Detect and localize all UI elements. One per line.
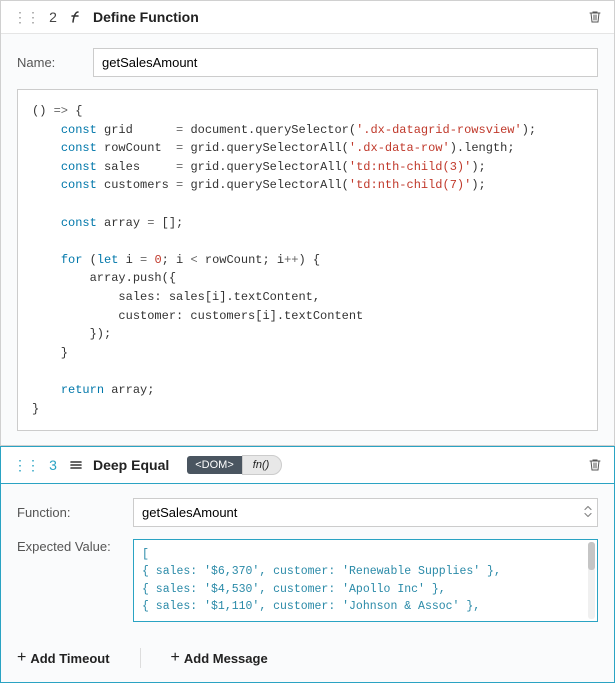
divider [140, 648, 141, 668]
equal-icon [67, 458, 85, 472]
function-select[interactable] [133, 498, 598, 527]
scrollbar-thumb[interactable] [588, 542, 595, 570]
step-body: Function: Expected Value: [ { sales: '$6… [1, 484, 614, 682]
step-header: ⋮⋮ 2 Define Function [1, 1, 614, 34]
define-function-step: ⋮⋮ 2 Define Function Name: () => { const… [0, 0, 615, 446]
drag-handle-icon[interactable]: ⋮⋮ [13, 10, 39, 24]
drag-handle-icon[interactable]: ⋮⋮ [13, 458, 39, 472]
function-select-wrap [133, 498, 598, 527]
expected-label: Expected Value: [17, 539, 117, 554]
delete-step-button[interactable] [588, 458, 602, 472]
add-timeout-label: Add Timeout [30, 651, 109, 666]
add-timeout-button[interactable]: + Add Timeout [17, 650, 110, 666]
step-header: ⋮⋮ 3 Deep Equal <DOM> fn() [1, 447, 614, 484]
add-message-label: Add Message [184, 651, 268, 666]
deep-equal-step: ⋮⋮ 3 Deep Equal <DOM> fn() Function: Exp… [0, 446, 615, 683]
name-label: Name: [17, 55, 77, 70]
step-title: Deep Equal [93, 457, 169, 473]
step-number: 2 [47, 9, 59, 25]
plus-icon: + [171, 650, 180, 666]
expected-value-input[interactable]: [ { sales: '$6,370', customer: 'Renewabl… [133, 539, 598, 622]
function-icon [67, 10, 85, 24]
fn-tag: fn() [242, 455, 283, 475]
function-field-row: Function: [17, 498, 598, 527]
step-number: 3 [47, 457, 59, 473]
plus-icon: + [17, 650, 26, 666]
name-field-row: Name: [17, 48, 598, 77]
step-body: Name: () => { const grid = document.quer… [1, 34, 614, 445]
action-row: + Add Timeout + Add Message [17, 634, 598, 668]
tag-group: <DOM> fn() [187, 455, 282, 475]
name-input[interactable] [93, 48, 598, 77]
add-message-button[interactable]: + Add Message [171, 650, 268, 666]
function-label: Function: [17, 505, 117, 520]
delete-step-button[interactable] [588, 10, 602, 24]
code-editor[interactable]: () => { const grid = document.querySelec… [17, 89, 598, 431]
step-title: Define Function [93, 9, 199, 25]
dom-tag: <DOM> [187, 456, 242, 474]
expected-field-row: Expected Value: [ { sales: '$6,370', cus… [17, 539, 598, 622]
